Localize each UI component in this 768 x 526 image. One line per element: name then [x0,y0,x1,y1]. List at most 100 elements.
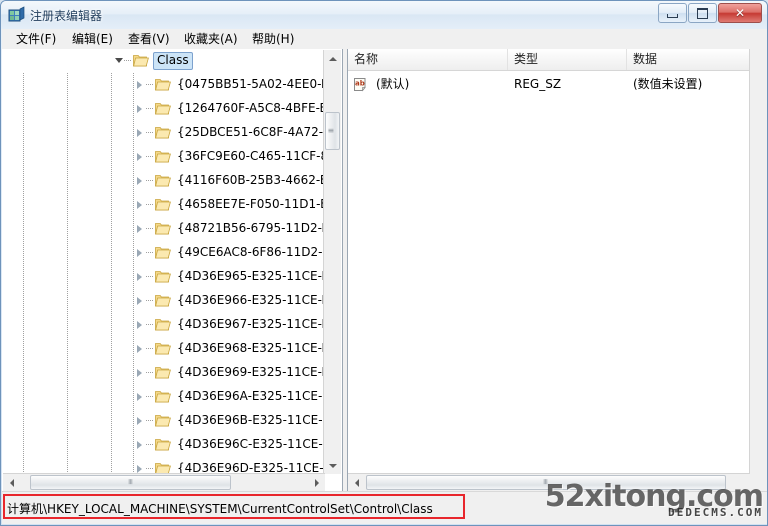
expander-expand-icon[interactable] [137,393,142,401]
list-horizontal-scrollbar[interactable]: ≡ [348,473,750,491]
expander-expand-icon[interactable] [137,201,142,209]
tree-guide-line [67,433,68,457]
tree-node[interactable]: {4D36E965-E325-11CE-BFC [2,265,324,289]
tree-scroll-left-button[interactable] [3,474,20,491]
column-header-data[interactable]: 数据 [627,49,767,70]
tree-scroll-down-button[interactable] [324,457,341,474]
table-row[interactable]: ab (默认) REG_SZ (数值未设置) [348,75,767,94]
close-button[interactable]: ✕ [718,3,762,23]
expander-expand-icon[interactable] [137,273,142,281]
tree-connector-line [146,300,153,301]
tree-node-label: {48721B56-6795-11D2-B1A [177,221,324,235]
list-vertical-scrollbar[interactable] [749,49,767,492]
tree-node[interactable]: {1264760F-A5C8-4BFE-B31 [2,97,324,121]
tree-guide-line [133,385,134,409]
tree-node[interactable]: {4D36E96A-E325-11CE-BFC [2,385,324,409]
expander-expand-icon[interactable] [137,225,142,233]
close-icon: ✕ [734,6,746,20]
tree-guide-line [23,241,24,265]
tree-node[interactable]: {4658EE7E-F050-11D1-B6B [2,193,324,217]
tree-guide-line [67,217,68,241]
tree-guide-line [23,73,24,97]
tree-guide-line [23,457,24,474]
tree-node[interactable]: {4D36E968-E325-11CE-BFC [2,337,324,361]
title-bar[interactable]: 注册表编辑器 ✕ [1,1,767,29]
tree-node-label: {4D36E96C-E325-11CE-BFC [177,437,324,451]
scrollbar-grip-icon: ≡ [327,126,336,135]
folder-icon [155,343,171,355]
tree-node[interactable]: {0475BB51-5A02-4EE0-B36 [2,73,324,97]
column-header-type[interactable]: 类型 [508,49,627,70]
tree-guide-line [111,265,112,289]
expander-expand-icon[interactable] [137,129,142,137]
minimize-icon [659,4,686,22]
tree-node-selected[interactable]: Class [2,49,324,73]
tree-guide-line [133,169,134,193]
tree-horizontal-scrollbar[interactable]: ≡ [3,473,325,491]
menu-item-help[interactable]: 帮助(H) [246,31,300,47]
tree-node[interactable]: {4D36E96B-E325-11CE-BFC [2,409,324,433]
tree-scroll-right-button[interactable] [308,474,325,491]
maximize-button[interactable] [688,3,717,23]
tree-guide-line [23,313,24,337]
tree-connector-line [146,468,153,469]
tree-node[interactable]: {25DBCE51-6C8F-4A72-8A6 [2,121,324,145]
expander-expand-icon[interactable] [137,153,142,161]
expander-expand-icon[interactable] [137,297,142,305]
tree-guide-line [111,457,112,474]
string-value-icon: ab [354,78,366,92]
expander-expand-icon[interactable] [137,105,142,113]
folder-icon [133,55,149,67]
menu-item-edit[interactable]: 编辑(E) [66,31,119,47]
chevron-up-icon [328,56,337,61]
list-scroll-left-button[interactable] [348,474,365,491]
tree-guide-line [23,193,24,217]
expander-expand-icon[interactable] [137,321,142,329]
tree-node[interactable]: {4D36E967-E325-11CE-BFC [2,313,324,337]
tree-node[interactable]: {4D36E969-E325-11CE-BFC [2,361,324,385]
tree-guide-line [67,193,68,217]
tree-guide-line [133,73,134,97]
tree-node[interactable]: {4D36E966-E325-11CE-BFC [2,289,324,313]
list-horizontal-scrollbar-thumb[interactable]: ≡ [366,475,726,490]
tree-node-label: {25DBCE51-6C8F-4A72-8A6 [177,125,324,139]
tree-node[interactable]: {49CE6AC8-6F86-11D2-B1E [2,241,324,265]
expander-expand-icon[interactable] [137,249,142,257]
registry-tree-pane[interactable]: Class {0475BB51-5A02-4EE0-B36 {1264760F-A5… [2,49,343,493]
tree-scroll-up-button[interactable] [324,50,341,67]
tree-node[interactable]: {48721B56-6795-11D2-B1A [2,217,324,241]
expander-expand-icon[interactable] [137,441,142,449]
tree-vertical-scrollbar-thumb[interactable]: ≡ [325,112,340,150]
column-header-name[interactable]: 名称 [348,49,508,70]
tree-horizontal-scrollbar-thumb[interactable]: ≡ [30,475,231,490]
tree-connector-line [146,84,153,85]
registry-values-pane[interactable]: 名称 类型 数据 ab (默认) REG_SZ (数值未设置) ≡ [347,49,767,493]
tree-guide-line [23,409,24,433]
registry-tree[interactable]: Class {0475BB51-5A02-4EE0-B36 {1264760F-A5… [2,49,324,474]
expander-expand-icon[interactable] [137,81,142,89]
expander-expand-icon[interactable] [137,177,142,185]
expander-expand-icon[interactable] [137,369,142,377]
tree-node-label: {36FC9E60-C465-11CF-805 [177,149,324,163]
expander-expand-icon[interactable] [137,417,142,425]
tree-guide-line [133,361,134,385]
menu-item-view[interactable]: 查看(V) [122,31,176,47]
tree-node[interactable]: {4116F60B-25B3-4662-B73 [2,169,324,193]
expander-expand-icon[interactable] [137,465,142,473]
value-data-cell: (数值未设置) [633,77,703,91]
folder-icon [155,319,171,331]
minimize-button[interactable] [658,3,687,23]
menu-item-favorites[interactable]: 收藏夹(A) [178,31,244,47]
svg-text:ab: ab [355,80,365,88]
expander-collapse-icon[interactable] [115,58,123,67]
tree-node-label: {4D36E96B-E325-11CE-BFC [177,413,324,427]
tree-vertical-scrollbar[interactable]: ≡ [323,50,341,474]
tree-node[interactable]: {4D36E96D-E325-11CE-BFC [2,457,324,474]
tree-guide-line [23,217,24,241]
expander-expand-icon[interactable] [137,345,142,353]
tree-node[interactable]: {4D36E96C-E325-11CE-BFC [2,433,324,457]
tree-guide-line [67,241,68,265]
menu-item-file[interactable]: 文件(F) [10,31,62,47]
tree-node[interactable]: {36FC9E60-C465-11CF-805 [2,145,324,169]
tree-connector-line [146,204,153,205]
